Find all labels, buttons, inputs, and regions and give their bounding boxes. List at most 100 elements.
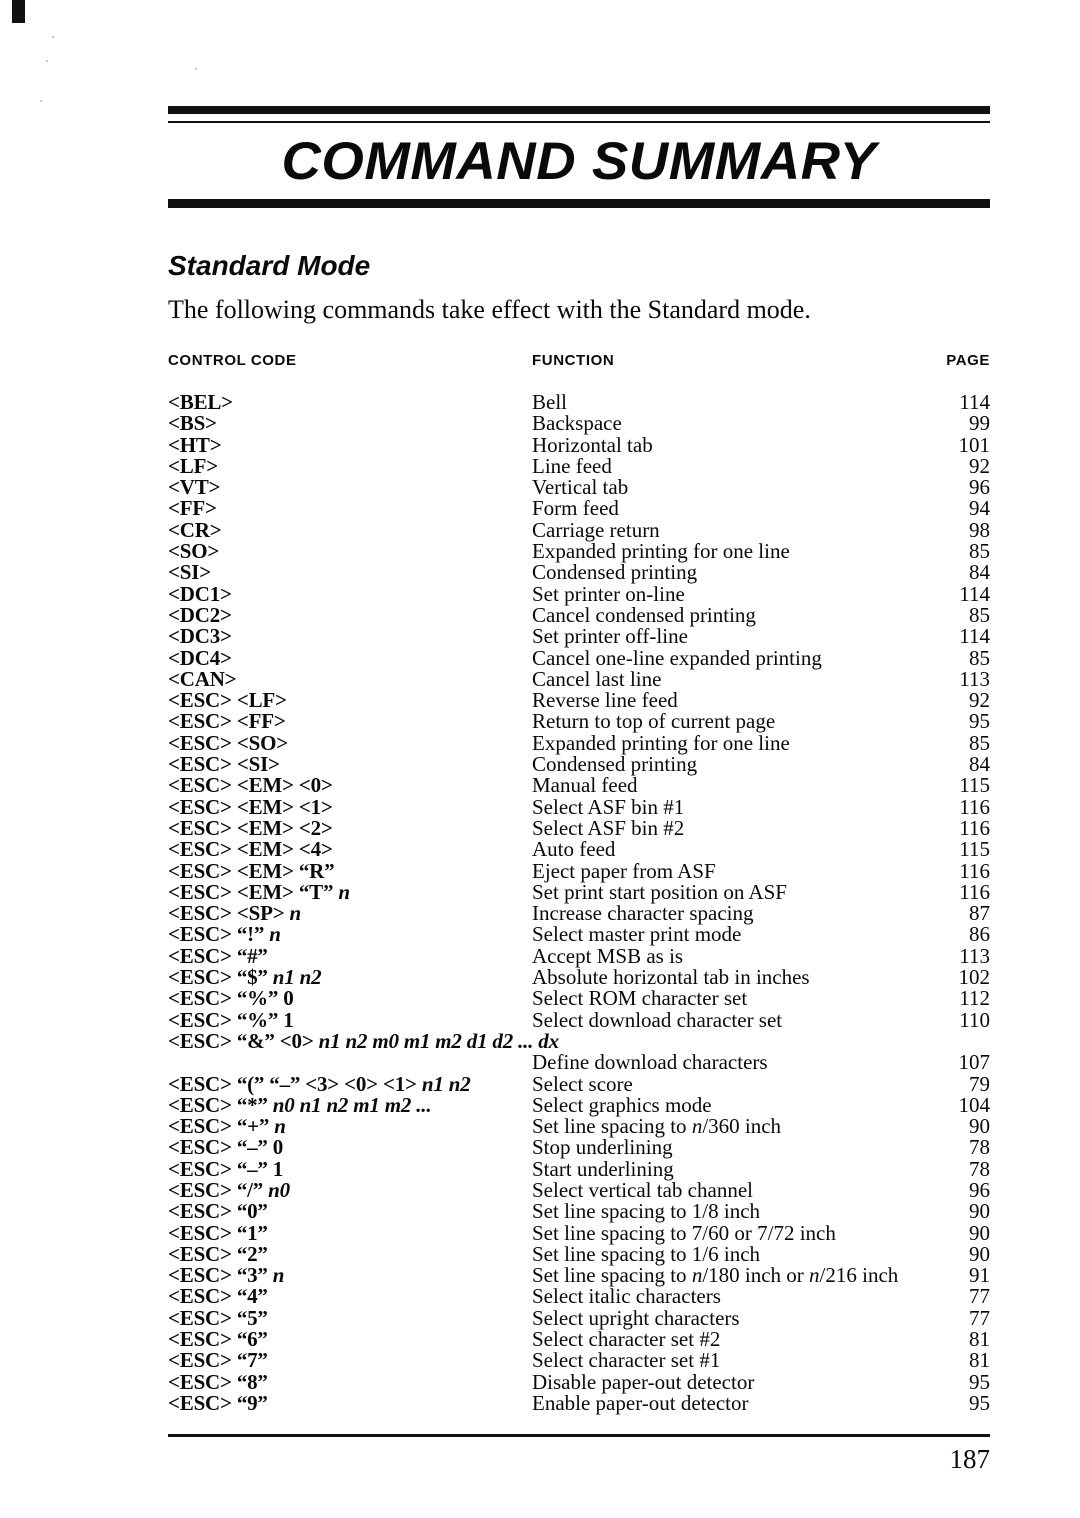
column-header-control-code: CONTROL CODE (168, 352, 297, 369)
cell-control-code: <ESC> “#” (168, 943, 268, 968)
table-row: <DC1> Set printer on-line 114 (168, 581, 990, 606)
cell-function: Cancel one-line expanded printing (532, 645, 822, 670)
cell-control-code: <DC4> (168, 645, 232, 670)
cell-control-code: <ESC> “%” 1 (168, 1007, 294, 1032)
cell-control-code: <ESC> “2” (168, 1241, 268, 1266)
table-row: <ESC> <SO> Expanded printing for one line… (168, 730, 990, 755)
cell-control-code: <ESC> “7” (168, 1348, 268, 1373)
control-code-parameter: n (269, 922, 281, 947)
table-row: <CAN> Cancel last line 113 (168, 666, 990, 691)
cell-page-number: 116 (959, 815, 990, 840)
cell-control-code: <ESC> “–” 0 (168, 1135, 284, 1160)
cell-control-code: <BEL> (168, 390, 233, 414)
table-row: <ESC> “1” Set line spacing to 7/60 or 7/7… (168, 1220, 990, 1245)
control-code-parameter: n (338, 879, 350, 904)
cell-control-code: <CAN> (168, 666, 237, 691)
cell-page-number: 102 (958, 965, 991, 990)
cell-control-code: <ESC> “8” (168, 1369, 268, 1394)
cell-page-number: 113 (959, 943, 990, 968)
cell-page-number: 85 (969, 730, 990, 755)
cell-page-number: 98 (969, 517, 990, 542)
table-row: <ESC> “0” Set line spacing to 1/8 inch 90 (168, 1199, 990, 1224)
cell-page-number: 85 (969, 539, 990, 564)
table-row: Define download characters 107 (168, 1050, 991, 1075)
table-row: <LF> Line feed 92 (168, 455, 990, 477)
cell-function: Auto feed (532, 837, 616, 862)
function-parameter: n (691, 1114, 703, 1139)
cell-function: Define download characters (532, 1050, 768, 1075)
table-row: <ESC> “(” “–” <3> <0> <1> n1 n2 Select sc… (168, 1071, 990, 1096)
cell-function: Horizontal tab (532, 432, 653, 457)
table-row: <ESC> “4” Select italic characters 77 (168, 1284, 990, 1309)
cell-page-number: 84 (969, 560, 990, 585)
table-row: <DC3> Set printer off-line 114 (168, 625, 990, 647)
cell-page-number: 99 (969, 411, 990, 436)
table-row: <ESC> “8” Disable paper-out detector 95 (168, 1369, 990, 1394)
cell-function: Carriage return (532, 517, 660, 542)
table-row: <DC2> Cancel condensed printing 85 (168, 602, 990, 627)
cell-function: Return to top of current page (532, 709, 776, 734)
cell-page-number: 81 (969, 1327, 990, 1352)
table-row: <DC4> Cancel one-line expanded printing 85 (168, 645, 990, 670)
cell-function: Set print start position on ASF (532, 879, 787, 904)
cell-control-code: <ESC> <EM> “T” n (168, 879, 350, 904)
scan-speck (52, 36, 54, 38)
cell-function: Form feed (532, 496, 619, 521)
cell-page-number: 116 (959, 879, 990, 904)
cell-page-number: 92 (969, 688, 990, 713)
cell-page-number: 95 (969, 1369, 990, 1394)
cell-page-number: 116 (959, 794, 990, 819)
cell-function: Expanded printing for one line (532, 539, 790, 564)
cell-function: Cancel last line (532, 666, 662, 691)
cell-function: Select score (532, 1071, 633, 1096)
cell-function: Increase character spacing (532, 901, 754, 926)
cell-control-code: <ESC> “!” n (168, 922, 281, 947)
cell-function: Vertical tab (532, 475, 629, 500)
cell-page-number: 107 (958, 1050, 991, 1075)
table-row: <ESC> “/” n0 Select vertical tab channel 9… (168, 1177, 990, 1202)
control-code-parameter: n (272, 1263, 285, 1288)
cell-page-number: 96 (969, 1177, 990, 1202)
cell-page-number: 113 (959, 666, 990, 691)
cell-control-code: <HT> (168, 432, 222, 457)
table-row: <ESC> <EM> “T” n Set print start position… (168, 879, 990, 904)
cell-page-number: 78 (969, 1156, 990, 1181)
cell-page-number: 85 (969, 645, 990, 670)
table-row: <ESC> “!” n Select master print mode 86 (168, 922, 990, 947)
cell-page-number: 115 (959, 773, 990, 798)
cell-function: Manual feed (532, 773, 638, 798)
title-rule-thick-top (168, 106, 990, 114)
table-row: <ESC> “–” 1 Start underlining 78 (168, 1156, 990, 1181)
cell-page-number: 86 (969, 922, 990, 947)
cell-function: Set line spacing to n/180 inch or n/216 … (532, 1263, 899, 1288)
table-row: <ESC> “#” Accept MSB as is 113 (168, 943, 990, 968)
footer-rule (168, 1434, 990, 1437)
cell-control-code: <ESC> “–” 1 (168, 1156, 284, 1181)
cell-function: Start underlining (532, 1156, 674, 1181)
cell-function: Stop underlining (532, 1135, 673, 1160)
cell-control-code: <ESC> “*” n0 n1 n2 m1 m2 ... (168, 1092, 432, 1117)
cell-control-code: <DC1> (168, 581, 232, 606)
scan-speck (195, 68, 197, 70)
cell-control-code: <ESC> “+” n (168, 1114, 286, 1139)
table-row: <ESC> <EM> <0> Manual feed 115 (168, 773, 990, 798)
table-row: <ESC> <SP> n Increase character spacing 87 (168, 901, 990, 926)
cell-page-number: 114 (959, 390, 990, 414)
function-parameter: n (809, 1263, 820, 1288)
scan-speck (46, 60, 48, 62)
cell-function: Set line spacing to 7/60 or 7/72 inch (532, 1220, 836, 1245)
cell-control-code: <DC2> (168, 602, 232, 627)
cell-control-code: <BS> (168, 411, 217, 436)
cell-page-number: 78 (969, 1135, 990, 1160)
table-row: <ESC> “6” Select character set #2 81 (168, 1327, 990, 1352)
cell-control-code: <ESC> <EM> <2> (168, 815, 333, 840)
cell-function: Eject paper from ASF (532, 858, 716, 883)
cell-function: Select italic characters (532, 1284, 721, 1309)
scanned-page: COMMAND SUMMARY Standard Mode The follow… (0, 0, 1080, 1518)
cell-function: Disable paper-out detector (532, 1369, 755, 1394)
table-row: <FF> Form feed 94 (168, 496, 990, 521)
cell-page-number: 90 (969, 1199, 990, 1224)
table-row: <ESC> <FF> Return to top of current page 9… (168, 709, 990, 734)
cell-page-number: 110 (959, 1007, 990, 1032)
cell-page-number: 116 (959, 858, 990, 883)
